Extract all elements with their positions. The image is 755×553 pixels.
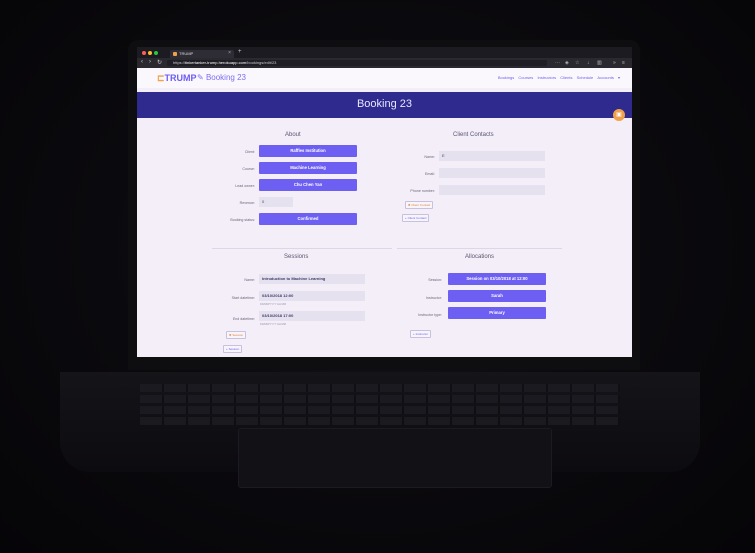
logo-mark-icon: ⊏ [157,73,165,83]
course-select[interactable]: Machine Learning [259,162,357,174]
reload-icon[interactable]: ↻ [157,59,162,66]
more-icon[interactable]: ⋯ [555,60,560,66]
add-instructor-label: Instructor [415,332,429,336]
contact-phone-label: Phone number: [410,189,435,193]
session-name-label: Name: [244,278,255,282]
new-tab-icon[interactable]: + [238,49,242,55]
instructor-select[interactable]: Sarah [448,290,546,302]
menu-icon[interactable]: ≡ [622,60,625,66]
revenue-input[interactable]: 0 [259,197,293,207]
url-host: tinkertanker-trump.herokuapp.com [185,60,247,65]
breadcrumb-text: Booking 23 [205,73,246,82]
allocation-session-select[interactable]: Session on 03/10/2018 at 12:00 [448,273,546,285]
nav-link-schedule[interactable]: Schedule [577,75,594,80]
logo-text: TRUMP [164,73,197,83]
keyboard-row [140,395,620,403]
add-contact-label: Client Contact [407,216,427,220]
browser-tab-bar: TRUMP × + [137,47,632,58]
contact-email-input[interactable] [439,168,545,178]
add-session-label: Session [228,347,240,351]
back-icon[interactable]: ‹ [141,59,143,65]
add-client-contact-button[interactable]: + Client Contact [402,214,430,222]
start-datetime-label: Start datetime: [231,296,255,300]
instructor-label: Instructor: [426,296,442,300]
overflow-icon[interactable]: » [613,60,616,66]
tab-title: TRUMP [179,51,194,56]
about-title: About [285,132,301,138]
url-path: /bookings/edit/23 [246,60,277,65]
favicon-icon [173,52,177,56]
nav-link-bookings[interactable]: Bookings [498,75,514,80]
allocation-session-label: Session: [428,278,442,282]
keyboard-row [140,406,620,414]
chevron-down-icon[interactable]: ▾ [618,75,620,80]
client-contacts-title: Client Contacts [453,132,494,138]
url-prefix: https:// [173,60,186,65]
client-label: Client: [244,150,255,154]
booking-status-label: Booking status: [230,218,255,222]
laptop-screen: TRUMP × + ‹ › ↻ https://tinkertanker-tru… [137,47,632,357]
library-icon[interactable]: ▥ [597,60,602,66]
remove-session-label: Session [232,333,244,337]
revenue-label: Revenue: [239,201,255,205]
allocations-title: Allocations [465,254,495,260]
trackpad [238,428,552,488]
divider [397,248,562,249]
start-datetime-hint: DD/MM/YYYY HH:MM [260,303,286,306]
nav-links: Bookings Courses Instructors Clients Sch… [495,75,620,80]
booking-status-select[interactable]: Confirmed [259,213,357,225]
contact-phone-input[interactable] [439,185,545,195]
save-icon: ▣ [616,112,622,118]
remove-contact-label: Client Contact [411,203,431,207]
breadcrumb: ✎ Booking 23 [197,73,246,82]
maximize-window-icon[interactable] [154,51,158,55]
keyboard-row [140,417,620,425]
end-datetime-hint: DD/MM/YYYY HH:MM [260,323,286,326]
forward-icon[interactable]: › [149,59,151,65]
download-icon[interactable]: ↓ [587,60,590,66]
sessions-title: Sessions [284,254,309,260]
start-datetime-input[interactable]: 03/10/2018 12:00 [259,291,365,301]
page-header: Booking 23 [137,92,632,118]
end-datetime-input[interactable]: 03/10/2018 17:00 [259,311,365,321]
browser-toolbar: ‹ › ↻ https://tinkertanker-trump.herokua… [137,58,632,68]
lead-owner-label: Lead owner: [235,184,255,188]
app-logo[interactable]: ⊏TRUMP [157,73,197,84]
contact-email-label: Email: [425,172,435,176]
shield-icon[interactable]: ◈ [565,60,569,66]
minimize-window-icon[interactable] [148,51,152,55]
remove-client-contact-button[interactable]: ✖ Client Contact [405,201,434,209]
keyboard-row [140,384,620,392]
star-icon[interactable]: ☆ [575,60,579,66]
instructor-type-label: Instructor type: [418,313,442,317]
contact-name-label: Name: [424,155,435,159]
close-window-icon[interactable] [142,51,146,55]
browser-tab[interactable]: TRUMP × [170,50,234,58]
pencil-icon: ✎ [197,73,206,82]
session-name-input[interactable]: Introduction to Machine Learning [259,274,365,284]
instructor-type-select[interactable]: Primary [448,307,546,319]
remove-session-button[interactable]: ✖ Session [226,331,247,339]
divider [212,248,392,249]
save-button[interactable]: ▣ [613,109,625,121]
lead-owner-select[interactable]: Chu Chen Yan [259,179,357,191]
client-select[interactable]: Raffles Institution [259,145,357,157]
close-tab-icon[interactable]: × [228,50,231,56]
contact-name-input[interactable]: E [439,151,545,161]
end-datetime-label: End datetime: [232,317,255,321]
nav-link-accounts[interactable]: Accounts [597,75,613,80]
page-title: Booking 23 [356,98,413,110]
add-instructor-button[interactable]: + Instructor [410,330,432,338]
nav-link-instructors[interactable]: Instructors [537,75,556,80]
address-bar[interactable]: https://tinkertanker-trump.herokuapp.com… [167,60,547,66]
nav-link-clients[interactable]: Clients [560,75,572,80]
nav-link-courses[interactable]: Courses [518,75,533,80]
app-navbar: ⊏TRUMP ✎ Booking 23 Bookings Courses Ins… [137,68,632,88]
add-session-button[interactable]: + Session [223,345,243,353]
course-label: Course: [242,167,255,171]
